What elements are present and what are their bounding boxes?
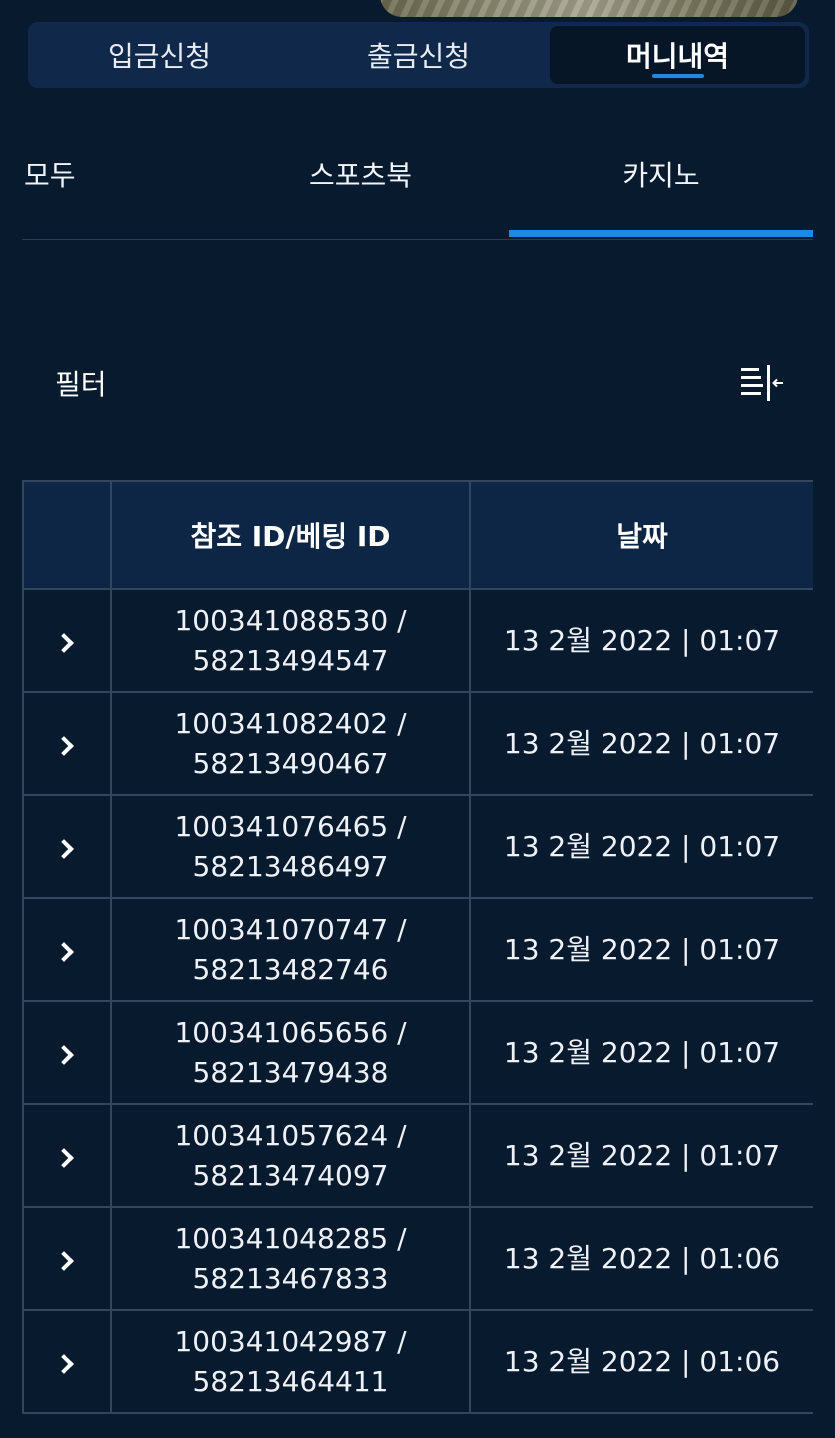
table-row[interactable]: 100341070747 / 58213482746 13 2월 2022 | 0… bbox=[22, 897, 813, 1002]
table-row[interactable]: 100341076465 / 58213486497 13 2월 2022 | 0… bbox=[22, 794, 813, 899]
table-row[interactable]: 100341082402 / 58213490467 13 2월 2022 | 0… bbox=[22, 691, 813, 796]
bet-id: 58213482746 bbox=[192, 952, 389, 986]
bet-id: 58213486497 bbox=[192, 849, 389, 883]
date-cell: 13 2월 2022 | 01:06 bbox=[469, 1206, 813, 1311]
casino-history-table: 참조 ID/베팅 ID 날짜 100341088530 / 58213494547… bbox=[22, 480, 813, 1414]
tab-deposit-request[interactable]: 입금신청 bbox=[32, 26, 287, 84]
date-cell: 13 2월 2022 | 01:07 bbox=[469, 588, 813, 693]
bet-id: 58213494547 bbox=[192, 643, 389, 677]
filter-collapse-icon-svg bbox=[741, 365, 783, 401]
bet-id: 58213464411 bbox=[192, 1364, 389, 1398]
ref-bet-id-cell: 100341048285 / 58213467833 bbox=[110, 1206, 471, 1311]
bet-id: 58213479438 bbox=[192, 1055, 389, 1089]
table-header-row: 참조 ID/베팅 ID 날짜 bbox=[22, 480, 813, 590]
expand-row-button[interactable] bbox=[22, 1000, 112, 1105]
filter-label: 필터 bbox=[55, 368, 107, 401]
expand-row-button[interactable] bbox=[22, 794, 112, 899]
sub-tab-all[interactable]: 모두 bbox=[22, 130, 212, 239]
ref-id: 100341082402 / bbox=[174, 706, 407, 740]
date-cell: 13 2월 2022 | 01:07 bbox=[469, 1103, 813, 1208]
chevron-right-icon bbox=[54, 1044, 74, 1065]
table-row[interactable]: 100341088530 / 58213494547 13 2월 2022 | 0… bbox=[22, 588, 813, 693]
filter-row: 필터 bbox=[55, 355, 785, 411]
chevron-right-icon bbox=[54, 632, 74, 653]
ref-bet-id-cell: 100341076465 / 58213486497 bbox=[110, 794, 471, 899]
ref-bet-id-cell: 100341088530 / 58213494547 bbox=[110, 588, 471, 693]
date-cell: 13 2월 2022 | 01:07 bbox=[469, 897, 813, 1002]
chevron-right-icon bbox=[54, 838, 74, 859]
ref-id: 100341076465 / bbox=[174, 809, 407, 843]
bet-id: 58213490467 bbox=[192, 746, 389, 780]
expand-row-button[interactable] bbox=[22, 691, 112, 796]
table-row[interactable]: 100341048285 / 58213467833 13 2월 2022 | 0… bbox=[22, 1206, 813, 1311]
tab-withdraw-request[interactable]: 출금신청 bbox=[291, 26, 546, 84]
expand-row-button[interactable] bbox=[22, 897, 112, 1002]
ref-bet-id-cell: 100341042987 / 58213464411 bbox=[110, 1309, 471, 1414]
casino-history-table-container[interactable]: 참조 ID/베팅 ID 날짜 100341088530 / 58213494547… bbox=[22, 480, 813, 1438]
expand-row-button[interactable] bbox=[22, 1309, 112, 1414]
expand-row-button[interactable] bbox=[22, 588, 112, 693]
page: 입금신청 출금신청 머니내역 모두 스포츠북 카지노 필터 참조 ID/베팅 I… bbox=[0, 0, 835, 1438]
sub-tab-sportsbook[interactable]: 스포츠북 bbox=[212, 130, 509, 239]
header-ref-bet-id: 참조 ID/베팅 ID bbox=[110, 480, 471, 590]
header-expand bbox=[22, 480, 112, 590]
ref-id: 100341057624 / bbox=[174, 1118, 407, 1152]
chevron-right-icon bbox=[54, 1353, 74, 1374]
ref-id: 100341048285 / bbox=[174, 1221, 407, 1255]
ref-bet-id-cell: 100341082402 / 58213490467 bbox=[110, 691, 471, 796]
expand-row-button[interactable] bbox=[22, 1206, 112, 1311]
bet-id: 58213474097 bbox=[192, 1158, 389, 1192]
banner-image bbox=[380, 0, 798, 17]
ref-id: 100341088530 / bbox=[174, 603, 407, 637]
filter-collapse-icon[interactable] bbox=[739, 363, 785, 403]
date-cell: 13 2월 2022 | 01:06 bbox=[469, 1309, 813, 1414]
main-tab-bar: 입금신청 출금신청 머니내역 bbox=[28, 22, 809, 88]
chevron-right-icon bbox=[54, 1250, 74, 1271]
ref-bet-id-cell: 100341070747 / 58213482746 bbox=[110, 897, 471, 1002]
bet-id: 58213467833 bbox=[192, 1261, 389, 1295]
sub-tab-casino[interactable]: 카지노 bbox=[509, 130, 813, 239]
tab-money-history[interactable]: 머니내역 bbox=[550, 26, 805, 84]
ref-id: 100341042987 / bbox=[174, 1324, 407, 1358]
header-date: 날짜 bbox=[469, 480, 813, 590]
chevron-right-icon bbox=[54, 941, 74, 962]
chevron-right-icon bbox=[54, 1147, 74, 1168]
ref-bet-id-cell: 100341057624 / 58213474097 bbox=[110, 1103, 471, 1208]
ref-id: 100341070747 / bbox=[174, 912, 407, 946]
date-cell: 13 2월 2022 | 01:07 bbox=[469, 1000, 813, 1105]
ref-id: 100341065656 / bbox=[174, 1015, 407, 1049]
table-row[interactable]: 100341042987 / 58213464411 13 2월 2022 | 0… bbox=[22, 1309, 813, 1414]
date-cell: 13 2월 2022 | 01:07 bbox=[469, 794, 813, 899]
ref-bet-id-cell: 100341065656 / 58213479438 bbox=[110, 1000, 471, 1105]
date-cell: 13 2월 2022 | 01:07 bbox=[469, 691, 813, 796]
chevron-right-icon bbox=[54, 735, 74, 756]
expand-row-button[interactable] bbox=[22, 1103, 112, 1208]
table-row[interactable]: 100341065656 / 58213479438 13 2월 2022 | 0… bbox=[22, 1000, 813, 1105]
sub-tab-bar: 모두 스포츠북 카지노 bbox=[22, 130, 813, 240]
table-row[interactable]: 100341057624 / 58213474097 13 2월 2022 | 0… bbox=[22, 1103, 813, 1208]
